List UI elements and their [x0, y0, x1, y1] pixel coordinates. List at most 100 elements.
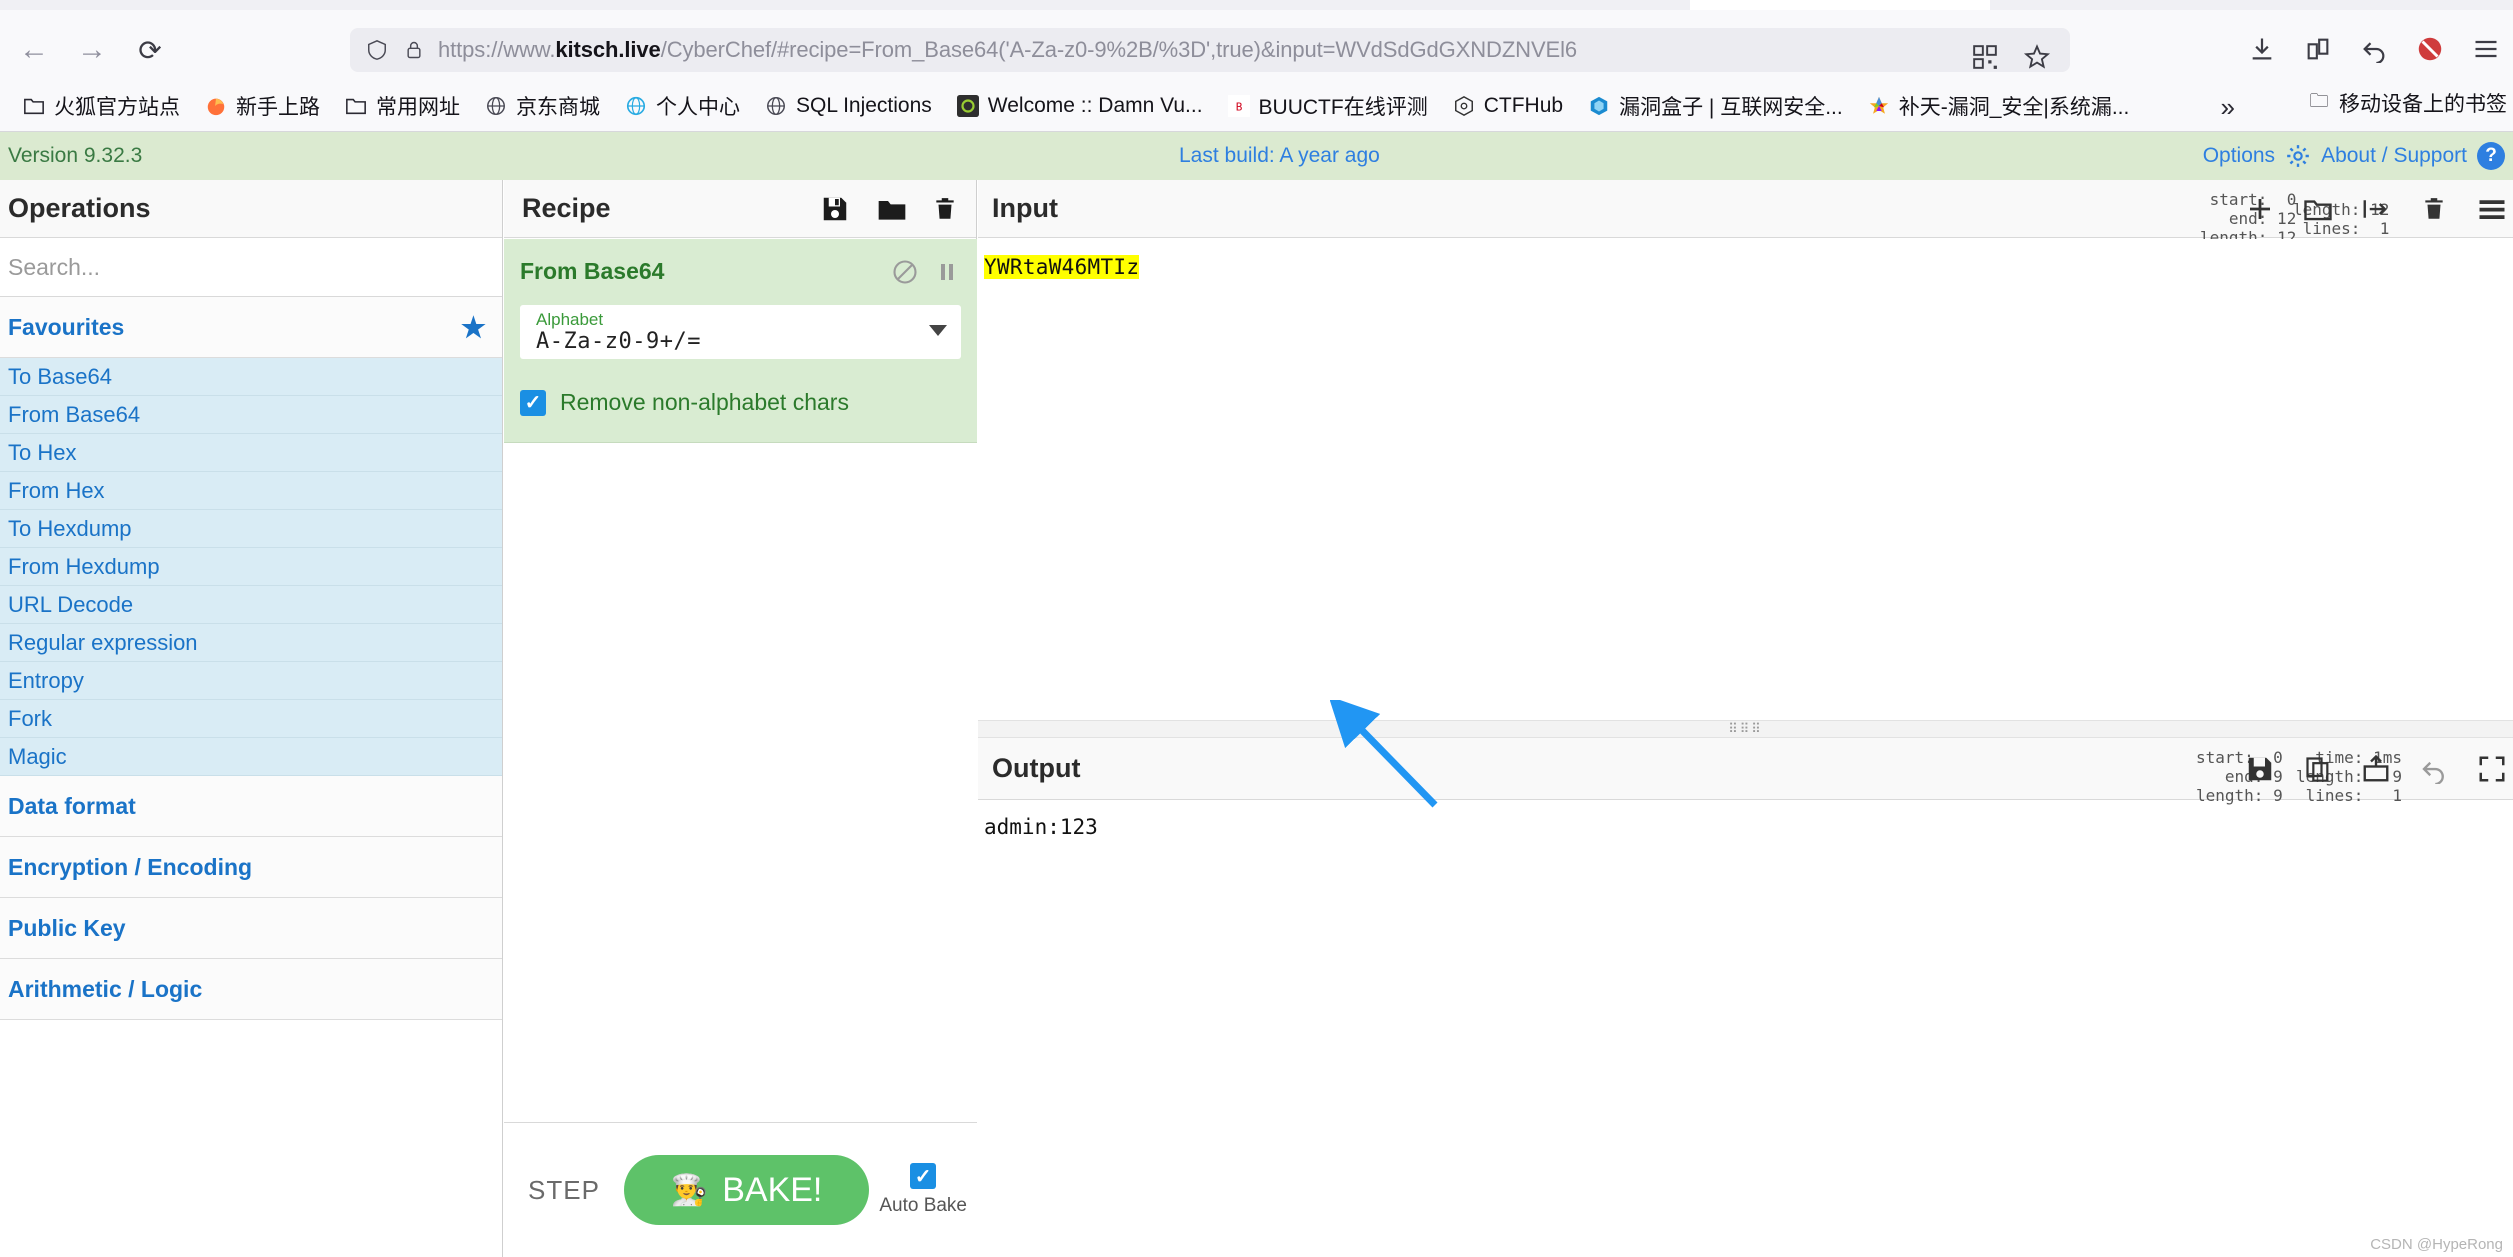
bookmark-mobile-folder[interactable]: 🗀 移动设备上的书签: [2307, 88, 2507, 118]
bookmark-item[interactable]: 京东商城: [474, 87, 610, 125]
bookmark-star-icon[interactable]: [2018, 38, 2056, 76]
input-editor[interactable]: YWRtaW46MTIz: [978, 239, 2513, 720]
gear-icon[interactable]: [2285, 143, 2311, 169]
reset-layout-icon[interactable]: [2477, 194, 2507, 224]
bookmark-item[interactable]: 补天-漏洞_安全|系统漏...: [1857, 87, 2140, 125]
globe-icon: [764, 94, 788, 118]
clear-io-icon[interactable]: [2419, 194, 2449, 224]
auto-bake-control[interactable]: ✓ Auto Bake: [879, 1163, 967, 1217]
auto-bake-checkbox[interactable]: ✓: [910, 1163, 937, 1189]
forward-button[interactable]: →: [72, 30, 112, 70]
io-splitter[interactable]: ⠿⠿⠿: [978, 720, 2513, 738]
about-support-link[interactable]: About / Support: [2321, 144, 2467, 168]
replace-input-icon[interactable]: [2361, 754, 2391, 784]
output-section: Output start: 0 end: 9 length: 9 time: 1m…: [978, 738, 2513, 1257]
version-label: Version 9.32.3: [8, 144, 143, 167]
input-value[interactable]: YWRtaW46MTIz: [984, 255, 1140, 279]
help-icon[interactable]: ?: [2477, 142, 2505, 170]
output-title: Output: [992, 753, 1081, 783]
operation-item[interactable]: Entropy: [0, 662, 502, 700]
operations-category-favourites[interactable]: Favourites ★: [0, 297, 502, 358]
chevron-down-icon[interactable]: [929, 325, 947, 336]
splitter-grip-icon[interactable]: ⠿⠿⠿: [1728, 722, 1763, 737]
menu-hamburger-icon[interactable]: [2469, 32, 2503, 66]
step-button[interactable]: STEP: [514, 1165, 614, 1216]
folder-open-icon[interactable]: [876, 193, 906, 225]
bookmark-item[interactable]: 火狐官方站点: [12, 87, 190, 125]
open-folder-icon[interactable]: [2303, 194, 2333, 224]
search-input[interactable]: [0, 238, 502, 297]
shield-icon[interactable]: [366, 38, 388, 62]
disable-icon[interactable]: [891, 258, 917, 284]
containers-icon[interactable]: [2301, 32, 2335, 66]
qr-reader-icon[interactable]: [1966, 38, 2004, 76]
operations-category[interactable]: Arithmetic / Logic: [0, 959, 502, 1020]
last-build-link[interactable]: Last build: A year ago: [1179, 144, 1380, 168]
bookmarks-bar: 火狐官方站点 新手上路 常用网址 京东商城 个人中心 SQL Injections Welc…: [0, 80, 2513, 132]
bookmarks-overflow-button[interactable]: »: [2213, 90, 2243, 125]
options-link[interactable]: Options: [2203, 144, 2275, 168]
back-button[interactable]: ←: [14, 30, 54, 70]
recipe-title: Recipe: [522, 193, 611, 223]
save-icon[interactable]: [820, 193, 850, 225]
io-panel: Input start: 0 end: 12 length: 12 length:…: [978, 180, 2513, 1257]
bookmark-label: CTFHub: [1483, 93, 1564, 117]
lock-icon[interactable]: [404, 38, 424, 62]
operations-category[interactable]: Encryption / Encoding: [0, 837, 502, 898]
operation-item[interactable]: From Hexdump: [0, 548, 502, 586]
star-icon[interactable]: ★: [461, 311, 486, 344]
copy-output-icon[interactable]: [2303, 754, 2333, 784]
bookmark-item[interactable]: CTFHub: [1442, 90, 1573, 122]
auto-bake-label: Auto Bake: [879, 1195, 967, 1216]
adblock-icon[interactable]: [2413, 32, 2447, 66]
operation-item[interactable]: Fork: [0, 700, 502, 738]
maximise-icon[interactable]: [2477, 754, 2507, 784]
address-bar[interactable]: https://www.kitsch.live/CyberChef/#recip…: [350, 28, 2070, 72]
undo-close-tab-icon[interactable]: [2357, 32, 2391, 66]
operations-category[interactable]: Data format: [0, 776, 502, 837]
recipe-operation-from-base64[interactable]: From Base64 Alphabet A-Za-z0-9+/= ✓ Remo…: [504, 239, 977, 443]
undo-icon[interactable]: [2419, 754, 2449, 784]
operation-controls: [891, 258, 961, 284]
operation-name: From Base64: [520, 257, 665, 284]
trash-icon[interactable]: [932, 193, 962, 225]
operation-item[interactable]: From Hex: [0, 472, 502, 510]
output-editor[interactable]: admin:123: [978, 801, 2513, 1257]
bookmark-item[interactable]: 漏洞盒子 | 互联网安全...: [1577, 87, 1853, 125]
reload-button[interactable]: ⟳: [130, 30, 170, 70]
operation-item[interactable]: To Hexdump: [0, 510, 502, 548]
operation-item[interactable]: URL Decode: [0, 586, 502, 624]
alphabet-field[interactable]: Alphabet A-Za-z0-9+/=: [520, 305, 961, 359]
folder-icon: [344, 94, 368, 118]
bookmark-item[interactable]: 新手上路: [194, 87, 330, 125]
bookmark-label: SQL Injections: [796, 93, 932, 117]
operations-panel: Operations Favourites ★ To Base64From Ba…: [0, 180, 503, 1257]
add-tab-icon[interactable]: [2245, 194, 2275, 224]
operation-item[interactable]: Regular expression: [0, 624, 502, 662]
alphabet-value[interactable]: A-Za-z0-9+/=: [536, 329, 921, 355]
globe-blue-icon: [624, 94, 648, 118]
downloads-icon[interactable]: [2245, 32, 2279, 66]
bookmark-item[interactable]: Welcome :: Damn Vu...: [946, 90, 1213, 122]
save-output-icon[interactable]: [2245, 754, 2275, 784]
alphabet-label: Alphabet: [536, 310, 604, 329]
bake-button[interactable]: 👨‍🍳 BAKE!: [623, 1155, 870, 1225]
pause-icon[interactable]: [935, 258, 961, 284]
input-section: Input start: 0 end: 12 length: 12 length:…: [978, 180, 2513, 720]
remove-non-alphabet-row[interactable]: ✓ Remove non-alphabet chars: [520, 389, 961, 416]
operation-item[interactable]: To Base64: [0, 358, 502, 396]
bookmark-label: 常用网址: [376, 95, 460, 119]
operations-category[interactable]: Public Key: [0, 898, 502, 959]
bookmark-item[interactable]: B BUUCTF在线评测: [1217, 87, 1438, 125]
operation-item[interactable]: To Hex: [0, 434, 502, 472]
operation-item[interactable]: Magic: [0, 738, 502, 776]
remove-non-alphabet-checkbox[interactable]: ✓: [520, 389, 546, 416]
recipe-header: Recipe: [504, 180, 976, 238]
open-file-as-input-icon[interactable]: [2361, 194, 2391, 224]
url-text: https://www.kitsch.live/CyberChef/#recip…: [438, 37, 1578, 62]
bookmark-item[interactable]: SQL Injections: [754, 90, 942, 122]
operation-item[interactable]: From Base64: [0, 396, 502, 434]
recipe-operation-list[interactable]: From Base64 Alphabet A-Za-z0-9+/= ✓ Remo…: [504, 239, 977, 1122]
bookmark-item[interactable]: 常用网址: [334, 87, 470, 125]
bookmark-item[interactable]: 个人中心: [614, 87, 750, 125]
